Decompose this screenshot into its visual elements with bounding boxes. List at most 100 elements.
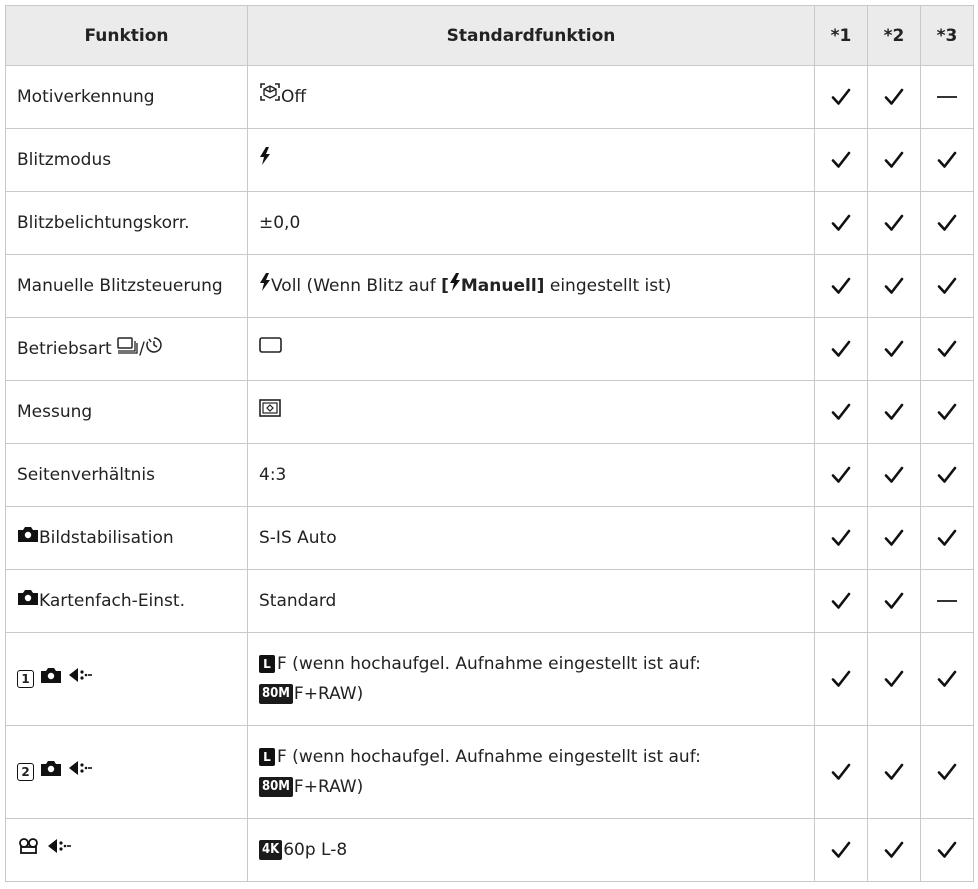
default-value: 60p L-8 <box>283 840 348 860</box>
check-cell <box>814 65 868 129</box>
default-value: S-IS Auto <box>259 528 337 548</box>
single-frame-icon <box>259 334 283 364</box>
check-cell <box>814 191 868 255</box>
check-icon <box>884 87 904 107</box>
check-icon <box>831 339 851 359</box>
check-cell <box>920 191 974 255</box>
function-label: Seitenverhältnis <box>17 465 156 485</box>
table-row: 2 LF (wenn hochaufgel. Aufnahme eingeste… <box>5 725 974 819</box>
check-cell <box>920 254 974 318</box>
settings-table: Funktion Standardfunktion *1 *2 *3 Motiv… <box>5 5 974 882</box>
check-icon <box>831 669 851 689</box>
function-cell: 1 <box>5 632 248 726</box>
image-quality-icon <box>46 835 72 865</box>
check-icon <box>884 150 904 170</box>
check-icon <box>937 150 957 170</box>
function-cell: Manuelle Blitzsteuerung <box>5 254 248 318</box>
table-header-row: Funktion Standardfunktion *1 *2 *3 <box>5 5 974 66</box>
table-row: Blitzmodus <box>5 128 974 192</box>
default-value: Voll (Wenn Blitz auf <box>271 276 442 296</box>
check-cell <box>867 725 921 819</box>
default-value-suffix: eingestellt ist) <box>544 276 672 296</box>
function-cell: Betriebsart / <box>5 317 248 381</box>
check-cell <box>814 506 868 570</box>
manual-label: Manuell] <box>460 276 545 296</box>
function-cell: Kartenfach-Einst. <box>5 569 248 633</box>
check-icon <box>831 87 851 107</box>
check-cell <box>814 725 868 819</box>
function-label: Blitzmodus <box>17 150 112 170</box>
resolution-80m-badge: 80M <box>259 684 293 704</box>
table-row: Betriebsart / <box>5 317 974 381</box>
header-note-1: *1 <box>814 5 868 66</box>
function-label: Blitzbelichtungskorr. <box>17 213 190 233</box>
check-icon <box>937 213 957 233</box>
default-value: F (wenn hochaufgel. Aufnahme eingestellt… <box>277 747 701 767</box>
check-cell <box>814 254 868 318</box>
table-row: Seitenverhältnis 4:3 <box>5 443 974 507</box>
check-icon <box>937 402 957 422</box>
check-cell <box>920 65 974 129</box>
check-cell <box>920 380 974 444</box>
check-cell <box>920 632 974 726</box>
check-cell <box>920 317 974 381</box>
default-value: Standard <box>259 591 337 611</box>
default-value-line2: F+RAW) <box>293 684 364 704</box>
function-label: Kartenfach-Einst. <box>39 591 185 611</box>
card-slot-number: 1 <box>17 670 34 688</box>
table-row: 4K 60p L-8 <box>5 818 974 882</box>
function-label: Messung <box>17 402 93 422</box>
check-icon <box>831 591 851 611</box>
self-timer-icon <box>145 334 163 364</box>
check-cell <box>867 569 921 633</box>
check-icon <box>884 840 904 860</box>
default-cell: ±0,0 <box>247 191 815 255</box>
image-quality-icon <box>67 757 93 787</box>
check-icon <box>831 762 851 782</box>
default-cell <box>247 128 815 192</box>
function-cell: Bildstabilisation <box>5 506 248 570</box>
subject-detection-icon <box>259 82 281 112</box>
check-icon <box>831 402 851 422</box>
4k-badge: 4K <box>259 840 283 860</box>
check-cell <box>867 317 921 381</box>
function-label: Bildstabilisation <box>39 528 174 548</box>
function-label: Betriebsart <box>17 339 118 359</box>
table-row: 1 LF (wenn hochaufgel. Aufnahme eingeste… <box>5 632 974 726</box>
default-cell: 4K 60p L-8 <box>247 818 815 882</box>
sequential-shooting-icon <box>117 334 139 364</box>
check-cell <box>920 506 974 570</box>
default-cell: Voll (Wenn Blitz auf [Manuell] eingestel… <box>247 254 815 318</box>
size-l-badge: L <box>259 748 275 766</box>
check-cell <box>867 818 921 882</box>
check-icon <box>831 276 851 296</box>
metering-icon <box>259 397 281 427</box>
check-icon <box>884 591 904 611</box>
header-note-2: *2 <box>867 5 921 66</box>
image-quality-icon <box>67 664 93 694</box>
check-icon <box>831 465 851 485</box>
check-cell <box>814 317 868 381</box>
check-cell <box>867 443 921 507</box>
table-row: Manuelle Blitzsteuerung Voll (Wenn Blitz… <box>5 254 974 318</box>
function-cell: 2 <box>5 725 248 819</box>
check-icon <box>937 528 957 548</box>
check-cell <box>867 380 921 444</box>
check-cell <box>814 128 868 192</box>
function-cell: Messung <box>5 380 248 444</box>
check-icon <box>884 465 904 485</box>
check-icon <box>884 339 904 359</box>
check-icon <box>831 840 851 860</box>
check-cell <box>814 632 868 726</box>
check-icon <box>884 276 904 296</box>
function-cell: Motiverkennung <box>5 65 248 129</box>
default-cell <box>247 317 815 381</box>
check-cell <box>814 380 868 444</box>
default-cell <box>247 380 815 444</box>
check-icon <box>937 276 957 296</box>
camera-icon <box>17 586 39 616</box>
check-cell <box>867 254 921 318</box>
table-row: Kartenfach-Einst. Standard <box>5 569 974 633</box>
check-cell <box>867 632 921 726</box>
check-cell <box>867 128 921 192</box>
